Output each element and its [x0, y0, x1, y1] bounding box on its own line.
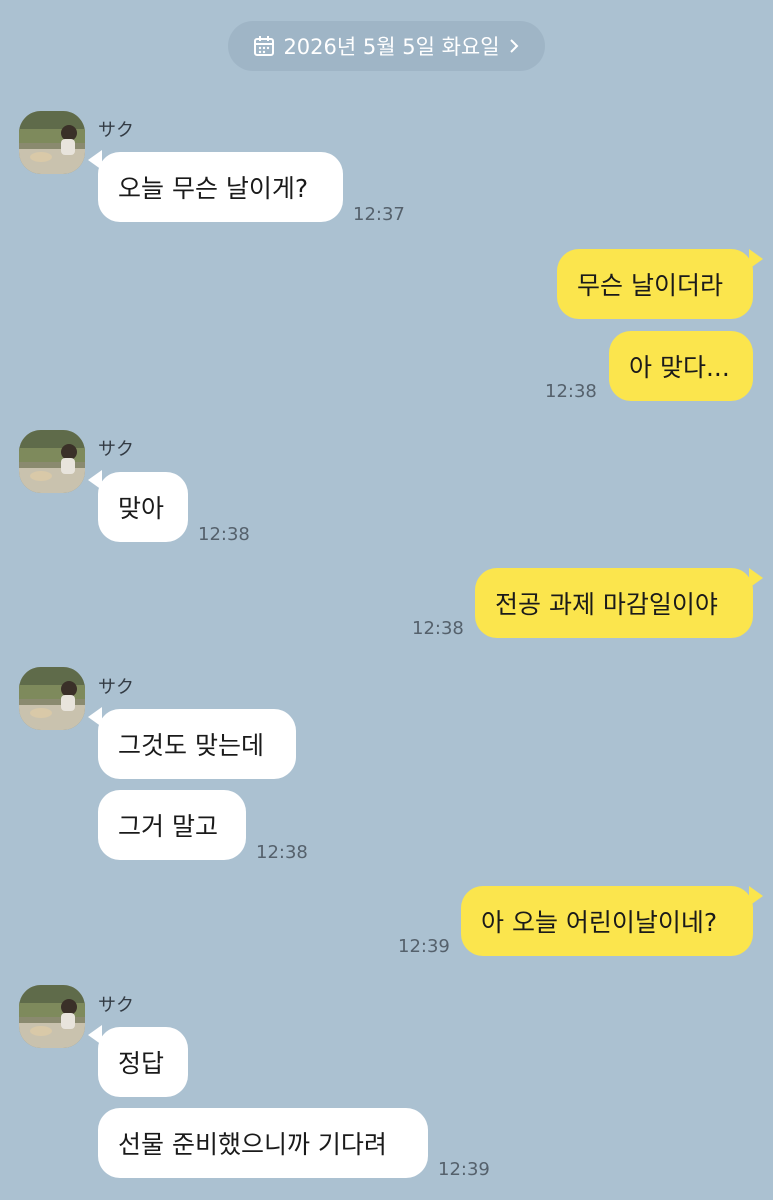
- avatar[interactable]: [19, 667, 85, 730]
- bubble-tail: [749, 568, 763, 588]
- sender-name: サク: [98, 995, 134, 1016]
- message-bubble[interactable]: 그거 말고: [98, 790, 246, 860]
- sender-name: サク: [98, 120, 134, 141]
- message-bubble[interactable]: 그것도 맞는데: [98, 709, 296, 779]
- message-time: 12:38: [198, 524, 250, 545]
- message-time: 12:38: [545, 381, 597, 402]
- message-bubble[interactable]: 선물 준비했으니까 기다려: [98, 1108, 428, 1178]
- message-bubble[interactable]: 오늘 무슨 날이게?: [98, 152, 343, 222]
- date-divider[interactable]: 2026년 5월 5일 화요일: [228, 21, 545, 71]
- calendar-icon: [253, 35, 275, 57]
- sender-name: サク: [98, 439, 134, 460]
- chevron-right-icon: [508, 38, 520, 54]
- message-bubble[interactable]: 아 맞다...: [609, 331, 753, 401]
- message-bubble[interactable]: 맞아: [98, 472, 188, 542]
- message-bubble[interactable]: 전공 과제 마감일이야: [475, 568, 753, 638]
- message-time: 12:38: [412, 618, 464, 639]
- message-bubble[interactable]: 정답: [98, 1027, 188, 1097]
- message-time: 12:37: [353, 204, 405, 225]
- sender-name: サク: [98, 677, 134, 698]
- message-bubble[interactable]: 무슨 날이더라: [557, 249, 753, 319]
- avatar[interactable]: [19, 111, 85, 174]
- avatar[interactable]: [19, 430, 85, 493]
- message-time: 12:39: [398, 936, 450, 957]
- avatar[interactable]: [19, 985, 85, 1048]
- message-time: 12:38: [256, 842, 308, 863]
- date-label: 2026년 5월 5일 화요일: [283, 35, 500, 59]
- message-time: 12:39: [438, 1159, 490, 1180]
- bubble-tail: [749, 249, 763, 269]
- bubble-tail: [749, 886, 763, 906]
- message-bubble[interactable]: 아 오늘 어린이날이네?: [461, 886, 753, 956]
